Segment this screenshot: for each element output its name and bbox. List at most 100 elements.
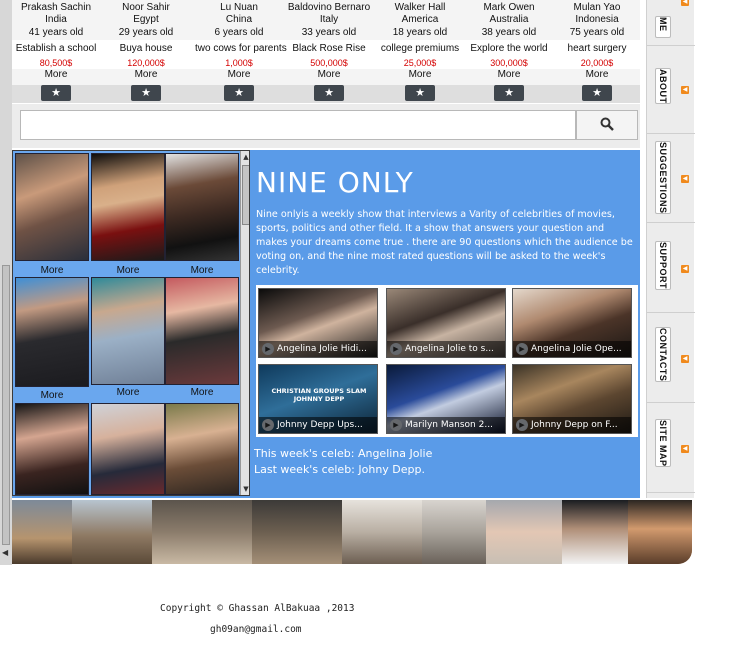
video-caption: Marilyn Manson 2... (387, 417, 505, 433)
celeb-photo-scarlett-johansson[interactable] (91, 153, 165, 261)
person-wish: Buya house (119, 43, 173, 54)
person-age: 6 years old (214, 27, 264, 38)
person-amount: 300,000$ (490, 58, 528, 68)
video-caption: Angelina Jolie Hidi... (259, 341, 377, 357)
nav-item-contacts[interactable]: CONTACTS ◀ (647, 315, 695, 403)
video-thumbnail[interactable]: CHRISTIAN GROUPS SLAM JOHNNY DEPP ▶ John… (258, 364, 378, 434)
celeb-photo-megan-fox[interactable] (15, 403, 89, 495)
star-button[interactable]: ★ (582, 85, 612, 101)
scroll-down-icon[interactable]: ▼ (242, 485, 249, 493)
more-link[interactable]: More (376, 69, 464, 81)
star-button[interactable]: ★ (224, 85, 254, 101)
last-week-celeb: Last week's celeb: Johny Depp. (254, 463, 426, 476)
celeb-photo-barack-obama[interactable] (165, 153, 239, 261)
show-title: NINE ONLY (256, 166, 414, 199)
person-wish: heart surgery (567, 43, 627, 54)
video-caption: Angelina Jolie Ope... (513, 341, 631, 357)
nav-label: ME (655, 16, 671, 38)
person-name: Mulan Yao (573, 2, 621, 13)
celeb-photo-jacques-chirac[interactable] (91, 403, 165, 495)
video-overlay-text: CHRISTIAN GROUPS SLAM JOHNNY DEPP (271, 387, 367, 403)
banner-photo (152, 500, 252, 564)
person-country: India (45, 14, 67, 25)
person-card: Lu Nuan China 6 years old two cows for p… (195, 0, 287, 103)
star-button[interactable]: ★ (405, 85, 435, 101)
video-thumbnail[interactable]: ▶ Marilyn Manson 2... (386, 364, 506, 434)
person-name: Baldovino Bernaro (287, 2, 371, 13)
more-link[interactable]: More (165, 387, 239, 398)
person-amount: 500,000$ (310, 58, 348, 68)
nav-label: CONTACTS (655, 326, 671, 382)
celeb-photo-jackie-chan[interactable] (165, 277, 239, 385)
scroll-left-icon[interactable]: ◀ (2, 548, 8, 557)
banner-photo (252, 500, 342, 564)
star-button[interactable]: ★ (494, 85, 524, 101)
person-country: Indonesia (575, 14, 619, 25)
more-link[interactable]: More (285, 69, 373, 81)
star-button[interactable]: ★ (131, 85, 161, 101)
person-card: Baldovino Bernaro Italy 33 years old Bla… (285, 0, 373, 103)
more-link[interactable]: More (195, 69, 283, 81)
person-wish: two cows for parents (195, 43, 287, 54)
more-link[interactable]: More (15, 390, 89, 401)
nav-item-about[interactable]: ABOUT ◀ (647, 46, 695, 134)
nav-label: SUGGESTIONS (655, 140, 671, 215)
celeb-photo-nicolas-cage[interactable] (15, 277, 89, 387)
banner-photo (422, 500, 486, 564)
more-link[interactable]: More (12, 69, 100, 81)
video-thumbnail[interactable]: ▶ Johnny Depp on F... (512, 364, 632, 434)
person-amount: 120,000$ (127, 58, 165, 68)
nav-item-suggestions[interactable]: SUGGESTIONS ◀ (647, 135, 695, 223)
scrollbar-thumb[interactable] (242, 165, 249, 225)
person-age: 38 years old (481, 27, 537, 38)
more-link[interactable]: More (91, 387, 165, 398)
nav-item-site-map[interactable]: SITE MAP ◀ (647, 405, 695, 493)
star-button[interactable]: ★ (41, 85, 71, 101)
celeb-photo-bill-gates[interactable] (91, 277, 165, 385)
nav-item-home[interactable]: ME ◀ (647, 0, 695, 46)
video-thumbnail[interactable]: ▶ Angelina Jolie Hidi... (258, 288, 378, 358)
more-link[interactable]: More (465, 69, 553, 81)
grid-scrollbar[interactable]: ▲ ▼ (240, 151, 249, 495)
video-caption: Johnny Depp on F... (513, 417, 631, 433)
banner-photo (562, 500, 628, 564)
this-week-celeb: This week's celeb: Angelina Jolie (254, 447, 433, 460)
celeb-photo-david-beckham[interactable] (165, 403, 239, 495)
page-scrollbar[interactable]: ◀ ◀ (0, 0, 12, 565)
person-name: Walker Hall (394, 2, 446, 13)
person-amount: 25,000$ (403, 58, 437, 68)
person-wish: Establish a school (15, 43, 97, 54)
more-link[interactable]: More (553, 69, 641, 81)
banner-photo (628, 500, 692, 564)
person-country: Egypt (133, 14, 159, 25)
person-card: Walker Hall America 18 years old college… (376, 0, 464, 103)
nav-item-support[interactable]: SUPPORT ◀ (647, 225, 695, 313)
people-strip: Prakash Sachin India 41 years old Establ… (12, 0, 640, 103)
scroll-up-icon[interactable]: ▲ (242, 153, 249, 161)
banner-photo (486, 500, 562, 564)
search-bar (12, 104, 640, 148)
search-input[interactable] (20, 110, 576, 140)
more-link[interactable]: More (102, 69, 190, 81)
person-name: Prakash Sachin (20, 2, 92, 13)
person-wish: Black Rose Rise (292, 43, 366, 54)
person-name: Noor Sahir (122, 2, 170, 13)
video-caption: Angelina Jolie to s... (387, 341, 505, 357)
more-link[interactable]: More (15, 265, 89, 276)
video-thumbnail[interactable]: ▶ Angelina Jolie to s... (386, 288, 506, 358)
search-button[interactable] (576, 110, 638, 140)
person-age: 18 years old (392, 27, 448, 38)
celeb-photo-zac-efron[interactable] (15, 153, 89, 261)
contact-email[interactable]: gh09an@gmail.com (210, 624, 302, 635)
more-link[interactable]: More (91, 265, 165, 276)
video-thumbnail[interactable]: ▶ Angelina Jolie Ope... (512, 288, 632, 358)
arrow-left-icon: ◀ (681, 354, 689, 363)
star-button[interactable]: ★ (314, 85, 344, 101)
person-wish: college premiums (380, 43, 460, 54)
scrollbar-thumb[interactable] (2, 265, 10, 545)
arrow-left-icon: ◀ (681, 85, 689, 94)
more-link[interactable]: More (165, 265, 239, 276)
banner-photo (342, 500, 422, 564)
arrow-left-icon: ◀ (681, 444, 689, 453)
celebrity-grid: More More More More More More ▲ ▼ (12, 150, 250, 496)
